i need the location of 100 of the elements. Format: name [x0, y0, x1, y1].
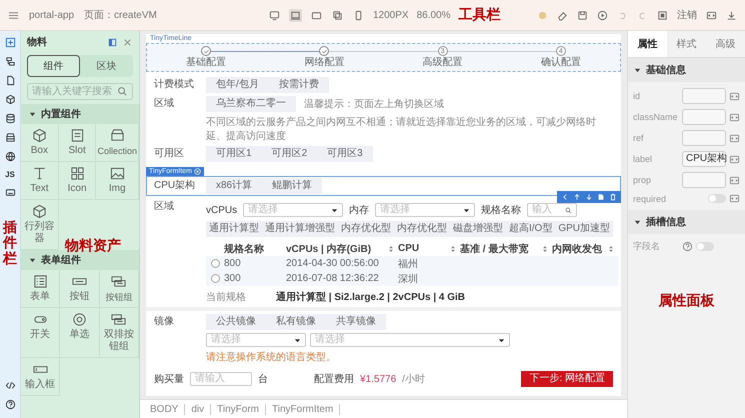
properties-tab[interactable]: 属性 — [628, 31, 667, 57]
spec-tab[interactable]: GPU加速型 — [555, 221, 614, 237]
desktop-icon[interactable] — [268, 8, 281, 22]
option-button[interactable]: 包年/包月 — [206, 77, 269, 93]
property-input[interactable] — [682, 88, 726, 104]
canvas-width[interactable]: 1200PX — [373, 10, 409, 20]
property-label: required — [633, 194, 668, 204]
next-step-button[interactable]: 下一步: 网络配置 — [521, 371, 613, 387]
menu-icon[interactable] — [8, 10, 19, 20]
back-icon[interactable] — [561, 193, 569, 201]
component-item[interactable]: 按钮组 — [100, 270, 139, 308]
component-item[interactable]: 单选 — [60, 308, 100, 358]
toggle-switch[interactable] — [696, 242, 714, 251]
option-button[interactable]: 鲲鹏计算 — [262, 178, 322, 194]
play-icon[interactable] — [597, 10, 608, 20]
spec-tab[interactable]: 内存优化型 — [338, 221, 394, 237]
laptop-icon[interactable] — [289, 8, 302, 22]
component-item[interactable]: 输入框 — [21, 358, 60, 396]
sort-icon[interactable] — [450, 244, 456, 252]
option-button[interactable]: 按需计费 — [268, 77, 329, 93]
code-icon[interactable] — [706, 10, 717, 20]
option-button[interactable]: 共享镜像 — [326, 314, 386, 330]
breadcrumb-item[interactable]: TinyFormItem — [266, 404, 340, 414]
globe-icon[interactable] — [4, 151, 16, 162]
option-button[interactable]: x86计算 — [206, 178, 262, 194]
component-item[interactable]: 双排按钮组 — [100, 308, 139, 358]
keyboard-icon[interactable] — [4, 187, 16, 198]
component-label: 按钮组 — [105, 291, 132, 303]
save-icon[interactable] — [577, 10, 588, 20]
delete-icon[interactable] — [609, 193, 617, 201]
help-icon[interactable] — [4, 399, 16, 410]
component-item[interactable]: Collection — [96, 124, 139, 162]
property-input[interactable] — [682, 109, 726, 125]
option-button[interactable]: 可用区3 — [317, 146, 373, 162]
breadcrumb-item[interactable]: TinyForm — [211, 404, 266, 414]
option-button[interactable]: 可用区2 — [262, 146, 318, 162]
option-button[interactable]: 乌兰察布二零一 — [206, 96, 296, 112]
materials-tab[interactable]: 区块 — [80, 55, 133, 77]
section-header[interactable]: 基础信息 — [628, 58, 745, 82]
component-item[interactable]: Img — [96, 162, 139, 200]
code-icon[interactable] — [4, 380, 16, 391]
breadcrumb-item[interactable]: BODY — [144, 404, 186, 414]
fee-unit: /小时 — [402, 372, 425, 386]
download-icon[interactable] — [726, 10, 737, 20]
property-input[interactable]: CPU架构 — [682, 151, 726, 167]
toggle-switch[interactable] — [708, 194, 726, 203]
page-icon[interactable] — [4, 75, 16, 86]
sort-icon[interactable] — [608, 244, 614, 252]
close-icon[interactable] — [194, 168, 201, 175]
fullscreen-icon[interactable] — [657, 10, 668, 20]
component-label: 表单 — [30, 291, 50, 303]
spec-tab[interactable]: 超高I/O型 — [506, 221, 556, 237]
component-item[interactable]: 表单 — [21, 270, 60, 308]
component-item[interactable]: Text — [21, 162, 59, 200]
pin-icon[interactable] — [107, 36, 118, 48]
move-up-icon[interactable] — [573, 193, 581, 201]
move-down-icon[interactable] — [585, 193, 593, 201]
sort-icon[interactable] — [542, 244, 548, 252]
group-header[interactable]: 内置组件 — [21, 104, 139, 124]
component-item[interactable]: 按钮 — [60, 270, 100, 308]
add-icon[interactable] — [4, 37, 16, 48]
spec-tab[interactable]: 通用计算型 — [206, 221, 262, 237]
option-button[interactable]: 公共镜像 — [206, 314, 266, 330]
search-icon[interactable] — [117, 86, 128, 97]
property-input[interactable] — [682, 172, 726, 188]
option-button[interactable]: 私有镜像 — [266, 314, 326, 330]
js-plugin[interactable]: JS — [5, 170, 15, 179]
radio-button[interactable] — [211, 274, 220, 283]
eraser-icon[interactable] — [557, 10, 568, 20]
fee-label: 配置费用 — [314, 372, 354, 386]
spec-tab[interactable]: 磁盘增强型 — [450, 221, 506, 237]
field-label: CPU架构 — [154, 178, 196, 193]
properties-tab[interactable]: 样式 — [667, 31, 706, 57]
copy-icon[interactable] — [597, 193, 605, 201]
sort-icon[interactable] — [388, 244, 394, 252]
component-item[interactable]: 开关 — [21, 308, 60, 358]
component-item[interactable]: Icon — [58, 162, 96, 200]
table-cell-text: 2016-07-08 12:36:22 — [286, 273, 380, 284]
breadcrumb-item[interactable]: div — [185, 404, 212, 414]
option-button[interactable]: 可用区1 — [206, 146, 262, 162]
radio-button[interactable] — [211, 259, 220, 268]
logout-button[interactable]: 注销 — [677, 8, 697, 22]
property-input[interactable] — [682, 130, 726, 146]
component-label: Img — [108, 183, 126, 195]
dropdown-icon — [463, 206, 470, 214]
component-item[interactable]: Box — [21, 124, 59, 162]
cube-icon[interactable] — [4, 94, 16, 105]
spec-tab[interactable]: 内存优化型 — [394, 221, 450, 237]
database-icon[interactable] — [4, 113, 16, 124]
tree-icon[interactable] — [4, 56, 16, 67]
step-label: 基础配置 — [186, 57, 226, 69]
materials-tab[interactable]: 组件 — [27, 55, 80, 77]
section-header[interactable]: 插槽信息 — [628, 210, 745, 234]
properties-tab[interactable]: 高级 — [706, 31, 745, 57]
zoom-level[interactable]: 86.00% — [416, 10, 451, 20]
stack-icon[interactable] — [4, 132, 16, 143]
component-item[interactable]: Slot — [58, 124, 96, 162]
pad-icon[interactable] — [331, 8, 344, 22]
close-icon[interactable] — [122, 36, 133, 48]
spec-tab[interactable]: 通用计算增强型 — [262, 221, 338, 237]
